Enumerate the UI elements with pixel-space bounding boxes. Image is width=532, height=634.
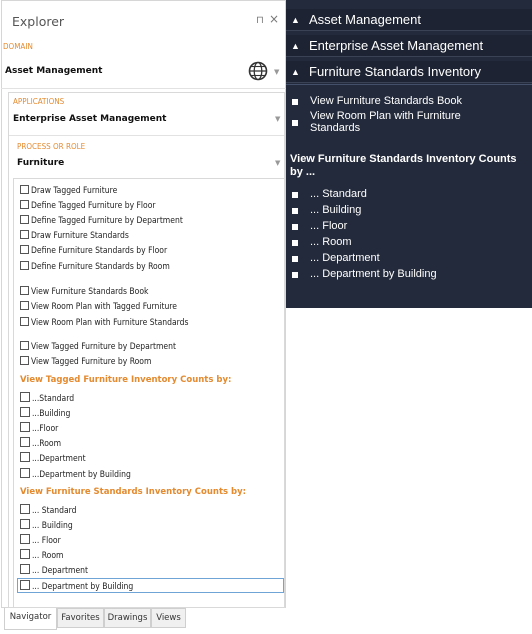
tab-views[interactable]: Views <box>151 608 186 628</box>
applications-select[interactable]: Enterprise Asset Management <box>13 114 166 124</box>
checkbox-icon <box>20 200 29 209</box>
checkbox-icon <box>20 286 29 295</box>
task-item[interactable]: View Room Plan with Tagged Furniture <box>20 301 177 312</box>
dark-group-heading: View Furniture Standards Inventory Count… <box>290 153 517 178</box>
divider <box>1 88 286 89</box>
explorer-titlebar: Explorer ⊓ × <box>1 0 286 38</box>
collapse-triangle-icon: ▲ <box>291 41 300 51</box>
globe-icon[interactable] <box>248 61 268 81</box>
checkbox-icon <box>20 580 30 590</box>
task-item[interactable]: ... Room <box>20 549 63 561</box>
tab-favorites[interactable]: Favorites <box>57 608 104 628</box>
process-select[interactable]: Furniture <box>17 158 64 168</box>
pin-icon[interactable]: ⊓ <box>256 15 264 26</box>
task-item[interactable]: View Tagged Furniture by Department <box>20 341 176 352</box>
checkbox-icon <box>20 549 30 559</box>
bullet-icon <box>292 192 298 198</box>
checkbox-icon <box>20 504 30 514</box>
tab-navigator[interactable]: Navigator <box>4 608 57 630</box>
checkbox-icon <box>20 452 30 462</box>
group-heading: View Tagged Furniture Inventory Counts b… <box>20 375 232 385</box>
dropdown-arrow-icon[interactable]: ▼ <box>275 115 280 123</box>
checkbox-icon <box>20 230 29 239</box>
bullet-icon <box>292 272 298 278</box>
breadcrumb-panel: ▲ Asset Management ▲ Enterprise Asset Ma… <box>286 0 532 308</box>
bullet-icon <box>292 99 298 105</box>
group-heading: View Furniture Standards Inventory Count… <box>20 487 247 497</box>
checkbox-icon <box>20 407 30 417</box>
checkbox-icon <box>20 437 30 447</box>
task-item[interactable]: ...Building <box>20 407 70 419</box>
task-item[interactable]: ...Standard <box>20 392 74 404</box>
checkbox-icon <box>20 392 30 402</box>
checkbox-icon <box>20 185 29 194</box>
bullet-icon <box>292 120 298 126</box>
task-item[interactable]: ...Room <box>20 437 61 449</box>
task-item[interactable]: Define Furniture Standards by Floor <box>20 245 167 256</box>
task-item[interactable]: ...Department by Building <box>20 468 131 480</box>
explorer-title: Explorer <box>12 14 65 29</box>
checkbox-icon <box>20 356 29 365</box>
task-item[interactable]: ... Standard <box>20 504 77 516</box>
close-icon[interactable]: × <box>269 12 279 26</box>
task-item[interactable]: Define Tagged Furniture by Department <box>20 215 183 226</box>
task-item[interactable]: View Room Plan with Furniture Standards <box>20 317 189 328</box>
bullet-icon <box>292 224 298 230</box>
checkbox-icon <box>20 261 29 270</box>
checkbox-icon <box>20 341 29 350</box>
checkbox-icon <box>20 301 29 310</box>
task-item[interactable]: Draw Tagged Furniture <box>20 185 117 196</box>
task-item-selected[interactable]: ... Department by Building <box>20 580 133 592</box>
tab-drawings[interactable]: Drawings <box>104 608 151 628</box>
header-asset-management[interactable]: ▲ Asset Management <box>286 9 532 31</box>
task-item[interactable]: View Furniture Standards Book <box>20 286 148 297</box>
header-enterprise-asset-management[interactable]: ▲ Enterprise Asset Management <box>286 35 532 57</box>
checkbox-icon <box>20 564 30 574</box>
bullet-icon <box>292 256 298 262</box>
checkbox-icon <box>20 422 30 432</box>
process-label: PROCESS OR ROLE <box>17 142 86 151</box>
checkbox-icon <box>20 534 30 544</box>
task-item[interactable]: ...Department <box>20 452 86 464</box>
checkbox-icon <box>20 468 30 478</box>
dropdown-arrow-icon[interactable]: ▼ <box>274 68 279 76</box>
task-item[interactable]: Draw Furniture Standards <box>20 230 129 241</box>
checkbox-icon <box>20 519 30 529</box>
domain-select[interactable]: Asset Management <box>5 66 102 76</box>
header-furniture-standards-inventory[interactable]: ▲ Furniture Standards Inventory <box>286 61 532 83</box>
task-item[interactable]: Define Furniture Standards by Room <box>20 261 170 272</box>
task-item[interactable]: ...Floor <box>20 422 58 434</box>
checkbox-icon <box>20 317 29 326</box>
task-item[interactable]: ... Floor <box>20 534 61 546</box>
task-item[interactable]: View Tagged Furniture by Room <box>20 356 151 367</box>
checkbox-icon <box>20 215 29 224</box>
task-item[interactable]: ... Department <box>20 564 88 576</box>
divider <box>286 84 532 85</box>
task-item[interactable]: ... Building <box>20 519 73 531</box>
bullet-icon <box>292 208 298 214</box>
dropdown-arrow-icon[interactable]: ▼ <box>275 159 280 167</box>
applications-label: APPLICATIONS <box>13 97 65 106</box>
checkbox-icon <box>20 245 29 254</box>
task-item[interactable]: Define Tagged Furniture by Floor <box>20 200 156 211</box>
collapse-triangle-icon: ▲ <box>291 15 300 25</box>
bullet-icon <box>292 240 298 246</box>
collapse-triangle-icon: ▲ <box>291 67 300 77</box>
divider <box>9 135 284 136</box>
explorer-panel: Explorer ⊓ × DOMAIN Asset Management ▼ A… <box>0 0 286 634</box>
domain-label: DOMAIN <box>3 42 33 51</box>
